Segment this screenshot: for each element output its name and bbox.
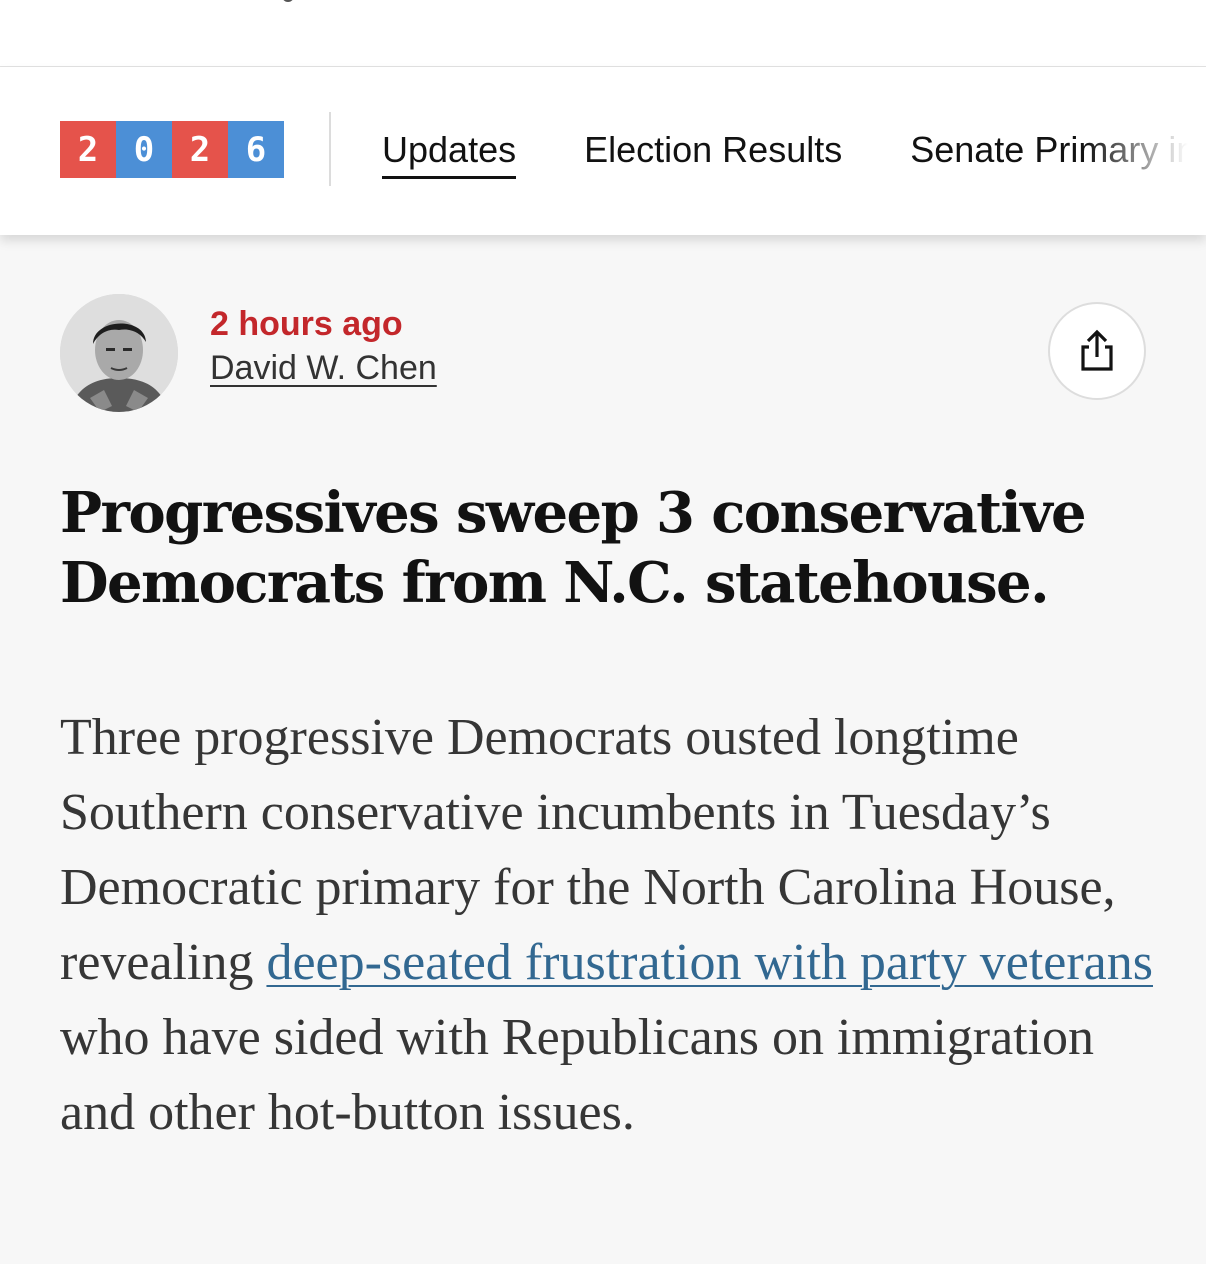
byline-row: 2 hours ago David W. Chen — [60, 294, 1146, 412]
logo-digit: 2 — [172, 121, 228, 178]
timestamp: 2 hours ago — [210, 305, 403, 343]
election-2026-logo[interactable]: 2 0 2 6 — [60, 121, 284, 178]
summary-text: who have sided with Republicans on immig… — [60, 1009, 1095, 1141]
author-avatar[interactable] — [60, 294, 178, 412]
share-button[interactable] — [1048, 302, 1146, 400]
logo-digit: 6 — [228, 121, 284, 178]
cropped-header-glyph — [282, 0, 294, 2]
article-headline: Progressives sweep 3 conservative Democr… — [60, 480, 1087, 616]
tab-updates[interactable]: Updates — [382, 129, 517, 179]
author-portrait-icon — [60, 294, 178, 412]
tab-election-results[interactable]: Election Results — [584, 129, 842, 179]
election-nav-bar: 2 0 2 6 Updates Election Results Senate … — [0, 67, 1206, 235]
byline-text: 2 hours ago David W. Chen — [210, 302, 437, 390]
logo-digit: 0 — [116, 121, 172, 178]
author-link[interactable]: David W. Chen — [210, 346, 437, 390]
share-icon — [1081, 329, 1113, 371]
nav-divider — [329, 112, 331, 186]
summary-link[interactable]: deep-seated frustration with party veter… — [266, 934, 1153, 991]
article-summary: Three progressive Democrats ousted longt… — [60, 700, 1160, 1150]
logo-digit: 2 — [60, 121, 116, 178]
top-strip — [0, 0, 1206, 67]
nav-scroll-fade — [1086, 67, 1206, 235]
nav-tabs: Updates Election Results Senate Primary … — [382, 129, 1206, 179]
